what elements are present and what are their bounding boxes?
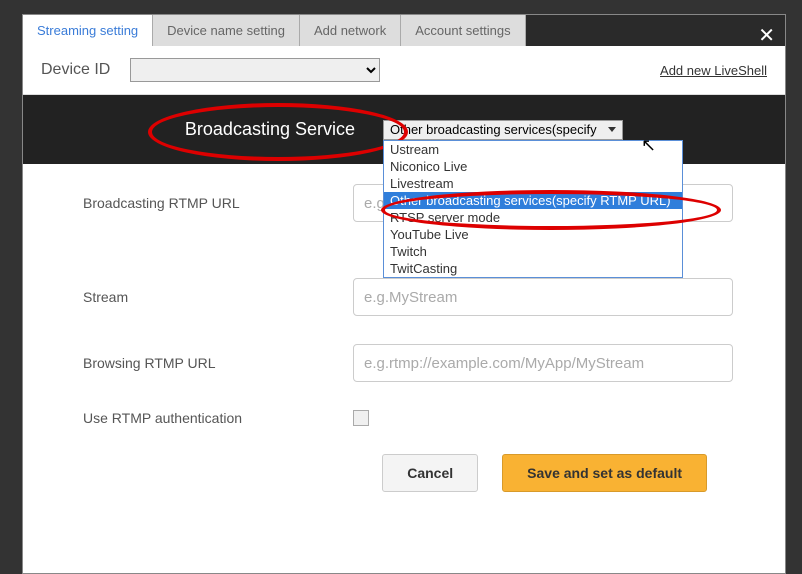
option-twitcasting[interactable]: TwitCasting — [384, 260, 682, 277]
row-auth: Use RTMP authentication — [83, 410, 747, 426]
tab-add-network[interactable]: Add network — [300, 15, 401, 46]
option-niconico[interactable]: Niconico Live — [384, 158, 682, 175]
row-stream: Stream — [83, 278, 747, 316]
option-livestream[interactable]: Livestream — [384, 175, 682, 192]
browsing-rtmp-url-label: Browsing RTMP URL — [83, 355, 353, 371]
device-id-select[interactable] — [130, 58, 380, 82]
tab-device-name[interactable]: Device name setting — [153, 15, 300, 46]
broadcasting-service-row: Broadcasting Service Other broadcasting … — [23, 95, 785, 164]
use-rtmp-auth-checkbox[interactable] — [353, 410, 369, 426]
select-current-value[interactable]: Other broadcasting services(specify — [383, 120, 623, 140]
tab-account[interactable]: Account settings — [401, 15, 525, 46]
save-default-button[interactable]: Save and set as default — [502, 454, 707, 492]
option-other-rtmp[interactable]: Other broadcasting services(specify RTMP… — [384, 192, 682, 209]
option-ustream[interactable]: Ustream — [384, 141, 682, 158]
browsing-rtmp-url-input[interactable] — [353, 344, 733, 382]
settings-modal: ✕ Streaming setting Device name setting … — [22, 14, 786, 574]
select-current-text: Other broadcasting services(specify — [390, 122, 597, 137]
broadcasting-service-label: Broadcasting Service — [23, 119, 383, 140]
option-youtube[interactable]: YouTube Live — [384, 226, 682, 243]
stream-label: Stream — [83, 289, 353, 305]
broadcasting-service-select[interactable]: Other broadcasting services(specify Ustr… — [383, 120, 623, 140]
cancel-button[interactable]: Cancel — [382, 454, 478, 492]
option-rtsp[interactable]: RTSP server mode — [384, 209, 682, 226]
button-row: Cancel Save and set as default — [83, 454, 747, 492]
use-rtmp-auth-label: Use RTMP authentication — [83, 410, 353, 426]
device-id-label: Device ID — [41, 61, 110, 79]
broadcasting-service-dropdown: Ustream Niconico Live Livestream Other b… — [383, 140, 683, 278]
option-twitch[interactable]: Twitch — [384, 243, 682, 260]
tab-bar: Streaming setting Device name setting Ad… — [23, 15, 785, 46]
add-liveshell-link[interactable]: Add new LiveShell — [660, 63, 767, 78]
broadcasting-rtmp-url-label: Broadcasting RTMP URL — [83, 195, 353, 211]
row-browsing-url: Browsing RTMP URL — [83, 344, 747, 382]
chevron-down-icon — [608, 127, 616, 132]
close-icon[interactable]: ✕ — [758, 23, 775, 48]
stream-input[interactable] — [353, 278, 733, 316]
device-id-row: Device ID Add new LiveShell — [23, 46, 785, 95]
tab-streaming[interactable]: Streaming setting — [23, 15, 153, 46]
